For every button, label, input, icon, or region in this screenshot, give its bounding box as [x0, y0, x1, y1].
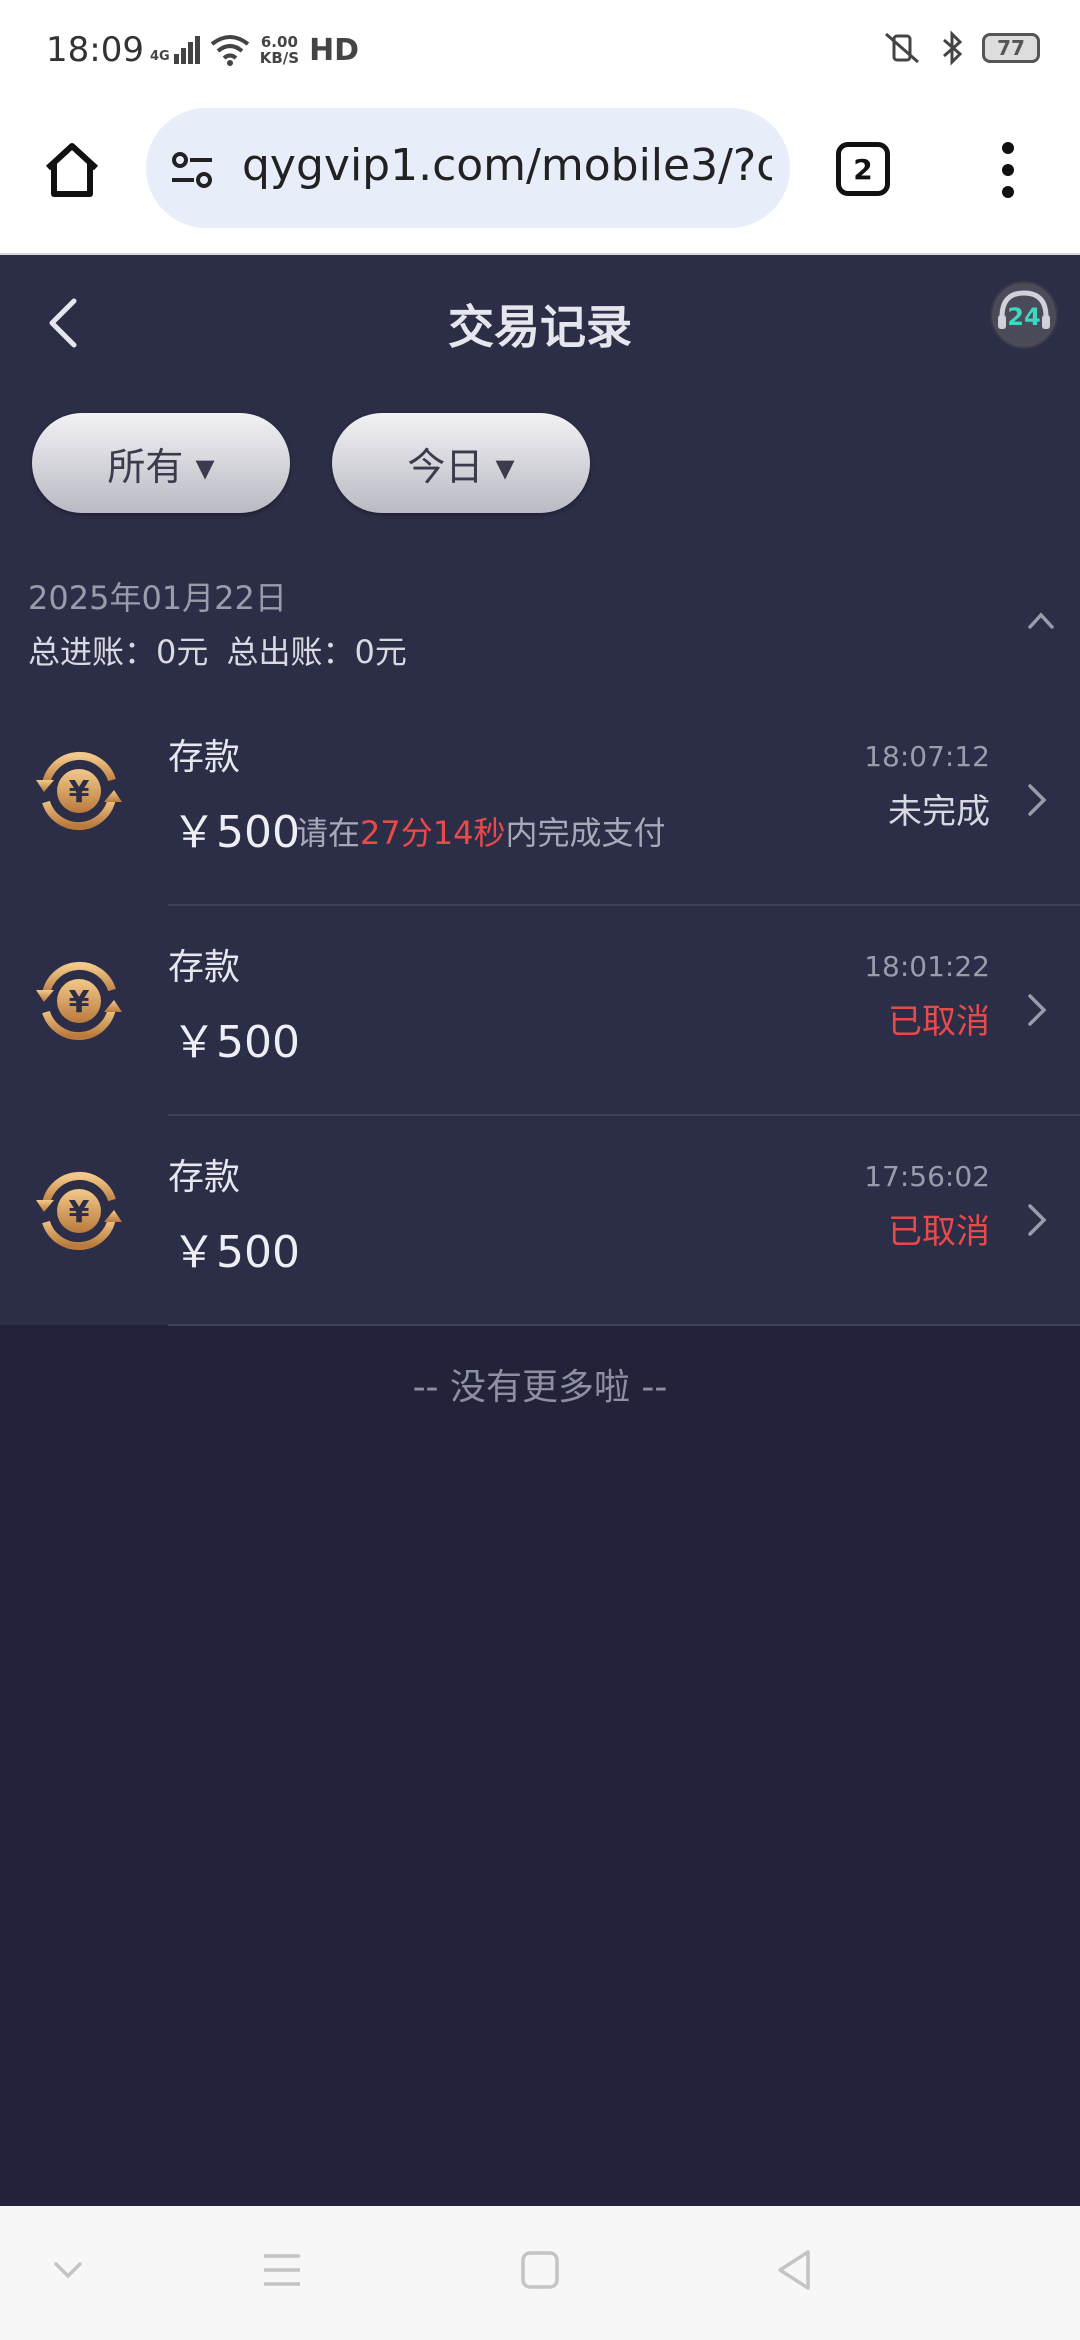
- address-bar[interactable]: qygvip1.com/mobile3/?c: [146, 108, 790, 228]
- deposit-coin-icon: ¥: [36, 961, 122, 1041]
- recent-apps-icon[interactable]: [262, 2252, 302, 2288]
- row-divider: [168, 1114, 1080, 1116]
- avatar-badge: 24: [1007, 303, 1040, 331]
- filter-type-dropdown[interactable]: 所有 ▾: [32, 413, 290, 513]
- total-expense: 总出账：0元: [226, 633, 407, 671]
- record-amount: ￥500: [172, 1227, 300, 1278]
- vibrate-mute-icon: [885, 32, 919, 64]
- home-icon[interactable]: [40, 138, 104, 202]
- row-divider: [168, 904, 1080, 906]
- countdown-time: 27分14秒: [360, 814, 506, 852]
- chevron-up-icon[interactable]: [1026, 605, 1056, 635]
- back-triangle-icon[interactable]: [774, 2248, 814, 2292]
- svg-text:¥: ¥: [69, 775, 90, 810]
- deposit-coin-icon: ¥: [36, 1171, 122, 1251]
- record-time: 18:01:22: [864, 950, 990, 983]
- record-time: 18:07:12: [864, 740, 990, 773]
- customer-service-avatar[interactable]: 24: [990, 281, 1058, 349]
- summary-date: 2025年01月22日: [28, 579, 287, 617]
- page-title: 交易记录: [448, 300, 632, 354]
- record-type: 存款: [168, 1157, 241, 1198]
- chevron-down-icon[interactable]: [52, 2258, 84, 2282]
- record-status: 已取消: [888, 1002, 990, 1042]
- record-type: 存款: [168, 737, 241, 778]
- browser-toolbar: qygvip1.com/mobile3/?c 2: [0, 100, 1080, 255]
- summary-totals: 总进账：0元 总出账：0元: [28, 627, 415, 673]
- row-divider: [168, 1324, 1080, 1326]
- chevron-right-icon: [1028, 784, 1047, 816]
- headset-24-icon: 24: [992, 283, 1056, 347]
- status-bar: 18:09 4G 6.00 KB/S HD 77: [0, 0, 1080, 100]
- svg-text:¥: ¥: [69, 985, 90, 1020]
- record-time: 17:56:02: [864, 1160, 990, 1193]
- network-speed: 6.00 KB/S: [259, 33, 300, 67]
- svg-text:¥: ¥: [69, 1195, 90, 1230]
- system-navigation-bar: [0, 2206, 1080, 2340]
- transaction-row[interactable]: ¥ 存款 ￥500 请在27分14秒内完成支付 18:07:12 未完成: [0, 700, 1080, 910]
- home-square-icon[interactable]: [520, 2250, 560, 2290]
- filter-date-dropdown[interactable]: 今日 ▾: [332, 413, 590, 513]
- hd-indicator: HD: [309, 32, 360, 68]
- site-settings-icon[interactable]: [168, 146, 216, 194]
- end-of-list-text: -- 没有更多啦 --: [412, 1367, 668, 1408]
- status-right-icons: 77: [882, 30, 1040, 66]
- url-text[interactable]: qygvip1.com/mobile3/?c: [242, 140, 772, 191]
- cellular-signal-icon: 4G: [150, 36, 200, 64]
- battery-icon: 77: [982, 33, 1040, 63]
- chevron-right-icon: [1028, 1204, 1047, 1236]
- tab-count: 2: [853, 152, 873, 186]
- record-status: 未完成: [888, 792, 990, 832]
- transaction-row[interactable]: ¥ 存款 ￥500 18:01:22 已取消: [0, 910, 1080, 1120]
- payment-countdown-hint: 请在27分14秒内完成支付: [296, 814, 666, 852]
- status-time: 18:09: [46, 30, 144, 70]
- tab-switcher-button[interactable]: 2: [836, 142, 890, 196]
- more-menu-icon[interactable]: [990, 140, 1026, 200]
- transaction-page: 交易记录 24 所有 ▾ 今日 ▾ 2025年01月22日 总进账：0元 总出账…: [0, 255, 1080, 1326]
- bluetooth-icon: [943, 30, 963, 66]
- network-type: 4G: [150, 49, 170, 64]
- total-income: 总进账：0元: [28, 633, 209, 671]
- record-type: 存款: [168, 947, 241, 988]
- wifi-icon: [210, 35, 249, 66]
- record-amount: ￥500: [172, 1017, 300, 1068]
- deposit-coin-icon: ¥: [36, 751, 122, 831]
- chevron-right-icon: [1028, 994, 1047, 1026]
- transaction-row[interactable]: ¥ 存款 ￥500 17:56:02 已取消: [0, 1120, 1080, 1330]
- network-indicators: 4G 6.00 KB/S HD: [150, 28, 359, 72]
- record-status: 已取消: [888, 1212, 990, 1252]
- record-amount: ￥500: [172, 807, 300, 858]
